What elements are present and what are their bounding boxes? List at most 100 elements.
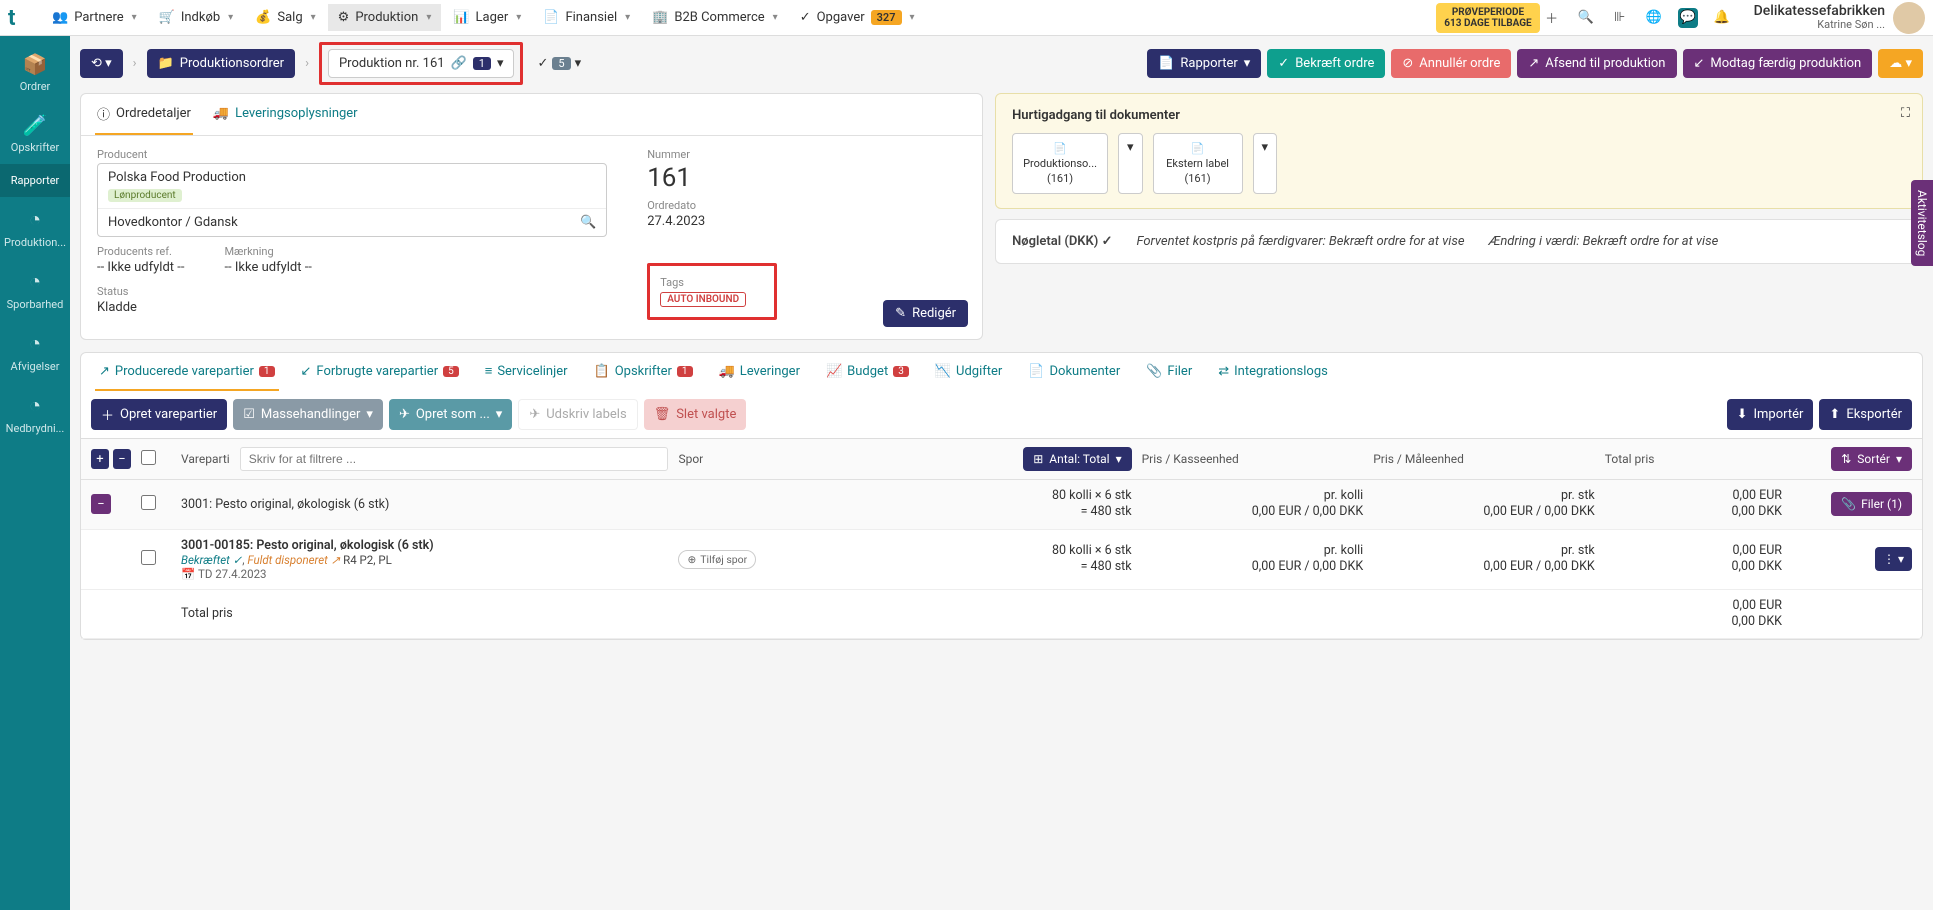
collapse-group-button[interactable]: − [91, 494, 111, 514]
send-to-production-button[interactable]: ↗ Afsend til produktion [1517, 49, 1676, 78]
kpi-label: Nøgletal (DKK) ✓ [1012, 234, 1112, 249]
cancel-order-button[interactable]: ⊘ Annullér ordre [1391, 49, 1511, 78]
table-row: 3001-00185: Pesto original, økologisk (6… [81, 530, 1922, 590]
sidebar-item-ordrer[interactable]: 📦Ordrer [0, 42, 70, 103]
doc-produktionsordre[interactable]: 📄Produktionso...(161) [1012, 133, 1108, 194]
th-pris-maale: Pris / Måleenhed [1373, 452, 1595, 466]
filter-input[interactable] [240, 447, 669, 471]
documents-title: Hurtigadgang til dokumenter [1012, 108, 1906, 123]
chat-icon[interactable]: 💬 [1678, 8, 1698, 28]
mass-actions-button[interactable]: ☑ Massehandlinger ▾ [233, 399, 383, 430]
sort-button[interactable]: ⇅ Sortér ▾ [1831, 447, 1912, 471]
left-sidebar: 📦Ordrer 🧪Opskrifter Rapporter ◔Produktio… [0, 36, 70, 910]
antal-dropdown[interactable]: ⊞ Antal: Total ▾ [1023, 447, 1131, 471]
reports-button[interactable]: 📄 Rapporter ▾ [1147, 49, 1261, 78]
confirm-order-button[interactable]: ✓ Bekræft ordre [1267, 49, 1385, 78]
table-total-row: Total pris 0,00 EUR0,00 DKK [81, 590, 1922, 640]
highlight-tags: Tags AUTO INBOUND [647, 263, 777, 320]
export-button[interactable]: ⬆ Eksportér [1819, 399, 1912, 430]
tab-leveringsoplysninger[interactable]: 🚚 Leveringsoplysninger [211, 94, 360, 135]
lots-table: +− Vareparti Spor ⊞ Antal: Total ▾ Pris … [80, 439, 1923, 640]
select-all-checkbox[interactable] [141, 450, 156, 465]
data-tabs: ↗ Producerede varepartier 1 ↙ Forbrugte … [80, 352, 1923, 391]
add-icon[interactable]: ＋ [1542, 8, 1562, 28]
user-name: Katrine Søn ... [1754, 19, 1885, 31]
breadcrumb-orders[interactable]: 📁 Produktionsordrer [147, 49, 296, 78]
th-vareparti: Vareparti [181, 452, 230, 466]
th-spor: Spor [678, 452, 900, 466]
top-nav: t 👥Partnere▾ 🛒Indkøb▾ 💰Salg▾ ⚙Produktion… [0, 0, 1933, 36]
tab-filer[interactable]: 📎 Filer [1142, 353, 1196, 391]
kpi-card: Nøgletal (DKK) ✓ Forventet kostpris på f… [995, 219, 1923, 264]
check-status[interactable]: ✓ 5 ▾ [529, 52, 589, 75]
order-card: ⓘ Ordredetaljer 🚚 Leveringsoplysninger P… [80, 93, 983, 340]
trial-badge[interactable]: PRØVEPERIODE613 DAGE TILBAGE [1436, 3, 1539, 33]
highlight-breadcrumb: Produktion nr. 161 🔗1 ▾ [319, 42, 524, 85]
tab-integrationslogs[interactable]: ⇄ Integrationslogs [1214, 353, 1332, 391]
import-button[interactable]: ⬇ Importér [1727, 399, 1814, 430]
tab-ordredetaljer[interactable]: ⓘ Ordredetaljer [95, 94, 193, 135]
user-company: Delikatessefabrikken [1754, 4, 1885, 19]
sidebar-item-sporbarhed[interactable]: ◔Sporbarhed [0, 259, 70, 321]
receive-production-button[interactable]: ↙ Modtag færdig produktion [1683, 49, 1873, 78]
cloud-button[interactable]: ☁ ▾ [1878, 49, 1923, 78]
bell-icon[interactable]: 🔔 [1712, 8, 1732, 28]
search-icon[interactable]: 🔍 [580, 215, 596, 230]
nav-finansiel[interactable]: 📄Finansiel▾ [533, 4, 640, 31]
print-labels-button[interactable]: ✈ Udskriv labels [518, 399, 637, 430]
row-menu-button[interactable]: ⋮ ▾ [1875, 547, 1912, 571]
row-checkbox[interactable] [141, 550, 156, 565]
doc1-menu[interactable]: ▾ [1118, 133, 1143, 194]
history-button[interactable]: ⟲ ▾ [80, 49, 123, 78]
nav-lager[interactable]: 📊Lager▾ [443, 4, 531, 31]
order-number: 161 [647, 163, 966, 193]
activity-log-tab[interactable]: Aktivitetslog [1911, 180, 1933, 266]
expand-icon[interactable]: ⛶ [1901, 106, 1910, 121]
sidebar-item-nedbrydning[interactable]: ◔Nedbrydni... [0, 383, 70, 445]
files-button[interactable]: 📎 Filer (1) [1831, 492, 1912, 516]
producent-input[interactable]: Polska Food Production Lønproducent Hove… [97, 163, 607, 237]
avatar [1893, 2, 1925, 34]
tab-producerede[interactable]: ↗ Producerede varepartier 1 [95, 353, 279, 391]
tab-servicelinjer[interactable]: ≡ Servicelinjer [481, 353, 572, 391]
tab-forbrugte[interactable]: ↙ Forbrugte varepartier 5 [297, 353, 463, 391]
nav-b2b[interactable]: 🏢B2B Commerce▾ [642, 4, 788, 31]
nav-produktion[interactable]: ⚙Produktion▾ [328, 4, 442, 31]
create-as-button[interactable]: ✈ Opret som ... ▾ [389, 399, 512, 430]
sidebar-item-afvigelser[interactable]: ◔Afvigelser [0, 321, 70, 383]
logo-icon[interactable]: t [8, 6, 32, 30]
barcode-icon[interactable]: ⊪ [1610, 8, 1630, 28]
create-lots-button[interactable]: ＋ Opret varepartier [91, 399, 227, 430]
table-row: − 3001: Pesto original, økologisk (6 stk… [81, 480, 1922, 530]
nav-indkob[interactable]: 🛒Indkøb▾ [149, 4, 244, 31]
edit-button[interactable]: ✎ Redigér [883, 300, 968, 327]
doc-ekstern-label[interactable]: 📄Ekstern label(161) [1153, 133, 1243, 194]
doc2-menu[interactable]: ▾ [1253, 133, 1278, 194]
tab-leveringer[interactable]: 🚚 Leveringer [715, 353, 804, 391]
add-trace-button[interactable]: ⊕ Tilføj spor [678, 550, 756, 569]
tag-auto-inbound: AUTO INBOUND [660, 292, 746, 307]
search-icon[interactable]: 🔍 [1576, 8, 1596, 28]
actions-bar: ＋ Opret varepartier ☑ Massehandlinger ▾ … [80, 391, 1923, 439]
tab-opskrifter[interactable]: 📋 Opskrifter 1 [590, 353, 697, 391]
nav-opgaver[interactable]: ✓Opgaver327▾ [790, 4, 925, 31]
producent-label: Producent [97, 148, 607, 161]
documents-card: ⛶ Hurtigadgang til dokumenter 📄Produktio… [995, 93, 1923, 209]
nav-salg[interactable]: 💰Salg▾ [245, 4, 325, 31]
sidebar-item-opskrifter[interactable]: 🧪Opskrifter [0, 103, 70, 164]
collapse-all-button[interactable]: − [113, 449, 131, 469]
th-total: Total pris [1605, 452, 1782, 466]
tab-udgifter[interactable]: 📉 Udgifter [931, 353, 1006, 391]
user-menu[interactable]: Delikatessefabrikken Katrine Søn ... [1754, 2, 1925, 34]
breadcrumb-current[interactable]: Produktion nr. 161 🔗1 ▾ [328, 49, 515, 78]
expand-all-button[interactable]: + [91, 449, 109, 469]
row-checkbox[interactable] [141, 495, 156, 510]
th-pris-kasse: Pris / Kasseenhed [1142, 452, 1364, 466]
nav-partnere[interactable]: 👥Partnere▾ [42, 4, 147, 31]
delete-selected-button[interactable]: 🗑 Slet valgte [644, 399, 747, 430]
sidebar-item-rapporter[interactable]: Rapporter [0, 164, 70, 197]
tab-dokumenter[interactable]: 📄 Dokumenter [1024, 353, 1124, 391]
globe-icon[interactable]: 🌐 [1644, 8, 1664, 28]
sidebar-item-produktion[interactable]: ◔Produktion... [0, 197, 70, 259]
tab-budget[interactable]: 📈 Budget 3 [822, 353, 913, 391]
